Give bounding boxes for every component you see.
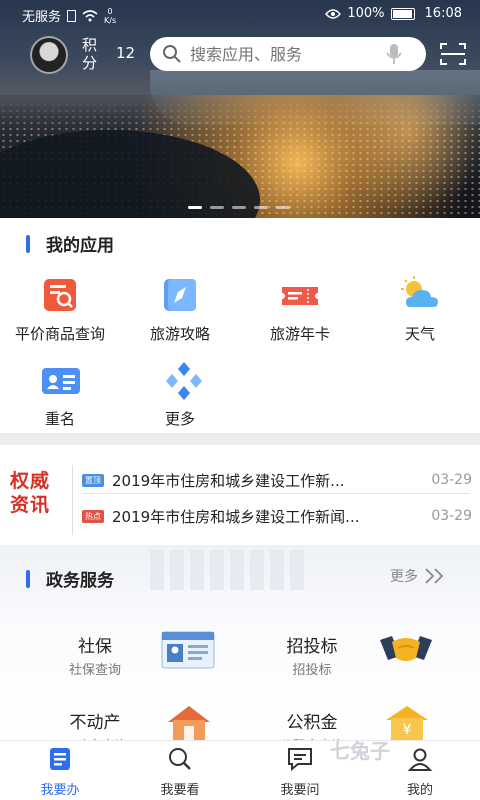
- nav-tab-todo[interactable]: 我要办: [20, 747, 100, 798]
- wifi-icon: [82, 9, 98, 21]
- weather-icon: [400, 275, 440, 315]
- points-label[interactable]: 积分: [82, 36, 102, 72]
- nav-label: 我的: [406, 783, 433, 798]
- bottom-navigation: 我要办 我要看 我要问 我的: [0, 740, 480, 800]
- app-travel-card[interactable]: 旅游年卡: [240, 275, 360, 344]
- news-item[interactable]: 置顶 2019年市住房和城乡建设工作新... 03-29: [82, 465, 472, 495]
- nav-label: 我要办: [40, 783, 80, 798]
- banner-pagination: [188, 206, 290, 209]
- more-label: 更多: [390, 569, 418, 585]
- watermark: 七兔子: [330, 739, 390, 763]
- app-more[interactable]: 更多: [120, 360, 240, 429]
- service-social-security[interactable]: 社保 社保查询: [40, 632, 150, 678]
- magnifier-icon: [169, 748, 191, 770]
- section-divider: [0, 433, 480, 445]
- my-apps-title: 我的应用: [46, 236, 114, 256]
- status-bar: 无服务 0 K/s 100% 16:08: [0, 0, 480, 30]
- news-divider: [82, 493, 470, 494]
- id-card-icon: [40, 360, 80, 400]
- service-subtitle: 招投标: [292, 663, 332, 678]
- house-icon[interactable]: [162, 704, 216, 740]
- sim-icon: [67, 9, 77, 22]
- app-weather[interactable]: 天气: [360, 275, 480, 344]
- app-label: 重名: [44, 410, 75, 428]
- service-subtitle: 社保查询: [68, 663, 121, 678]
- news-tag-pinned: 置顶: [82, 473, 104, 487]
- user-icon: [407, 748, 433, 771]
- net-speed: 0 K/s: [104, 6, 117, 25]
- gov-services-title: 政务服务: [46, 571, 114, 591]
- news-tag-hot: 热点: [82, 509, 104, 523]
- news-date: 03-29: [431, 472, 472, 488]
- banner-dot[interactable]: [276, 206, 290, 209]
- search-bar[interactable]: [150, 37, 426, 71]
- app-label: 旅游攻略: [149, 325, 210, 343]
- search-icon: [163, 45, 181, 63]
- avatar[interactable]: [30, 36, 68, 74]
- price-search-icon: [40, 275, 80, 315]
- app-label: 平价商品查询: [14, 325, 105, 343]
- news-title: 2019年市住房和城乡建设工作新闻...: [112, 507, 360, 526]
- section-accent-bar: [26, 234, 30, 253]
- nav-label: 我要问: [280, 783, 320, 798]
- app-duplicate-name[interactable]: 重名: [0, 360, 120, 429]
- app-travel-guide[interactable]: 旅游攻略: [120, 275, 240, 344]
- ticket-icon: [280, 275, 320, 315]
- handshake-icon[interactable]: [378, 630, 434, 670]
- points-value[interactable]: 12: [116, 44, 135, 62]
- battery-icon: [390, 7, 415, 20]
- nav-tab-ask[interactable]: 我要问: [260, 747, 340, 798]
- section-accent-bar: [26, 569, 30, 588]
- eye-icon: [325, 8, 342, 19]
- banner-dot[interactable]: [210, 206, 224, 209]
- app-label: 天气: [404, 325, 435, 343]
- carrier-text: 无服务: [22, 10, 62, 25]
- more-apps-icon: [160, 360, 202, 400]
- news-logo: 权威 资讯: [10, 470, 51, 516]
- svg-text:¥: ¥: [403, 722, 412, 738]
- nav-tab-mine[interactable]: 我的: [380, 747, 460, 798]
- my-apps-header: 我的应用: [26, 231, 114, 256]
- news-date: 03-29: [431, 508, 472, 524]
- document-list-icon: [50, 748, 70, 770]
- search-input[interactable]: [190, 44, 380, 64]
- news-separator: [72, 465, 73, 535]
- battery-percent: 100%: [347, 6, 385, 21]
- microphone-icon[interactable]: [386, 43, 402, 65]
- nav-label: 我要看: [160, 783, 200, 798]
- service-bidding[interactable]: 招投标 招投标: [257, 632, 367, 678]
- news-title: 2019年市住房和城乡建设工作新...: [112, 471, 345, 490]
- app-label: 更多: [164, 410, 195, 428]
- compass-icon: [160, 275, 200, 315]
- gov-services-header: 政务服务: [26, 566, 114, 591]
- service-title: 社保: [78, 637, 112, 657]
- more-services-link[interactable]: 更多: [390, 566, 446, 586]
- banner-dot[interactable]: [232, 206, 246, 209]
- service-title: 公积金: [286, 713, 338, 733]
- nav-tab-browse[interactable]: 我要看: [140, 747, 220, 798]
- chat-bubble-icon: [288, 748, 312, 772]
- banner-dot[interactable]: [188, 206, 202, 209]
- social-security-card-icon[interactable]: [160, 630, 216, 670]
- news-section: 权威 资讯 置顶 2019年市住房和城乡建设工作新... 03-29 热点 20…: [0, 455, 480, 545]
- app-price-search[interactable]: 平价商品查询: [0, 275, 120, 344]
- hero-banner[interactable]: 无服务 0 K/s 100% 16:08 积分 12: [0, 0, 480, 218]
- service-title: 招投标: [286, 637, 338, 657]
- news-item[interactable]: 热点 2019年市住房和城乡建设工作新闻... 03-29: [82, 501, 472, 531]
- app-label: 旅游年卡: [269, 325, 330, 343]
- banner-dot[interactable]: [254, 206, 268, 209]
- scan-icon[interactable]: [440, 42, 466, 66]
- service-title: 不动产: [69, 713, 121, 733]
- clock: 16:08: [424, 6, 462, 21]
- double-chevron-right-icon: [425, 568, 444, 584]
